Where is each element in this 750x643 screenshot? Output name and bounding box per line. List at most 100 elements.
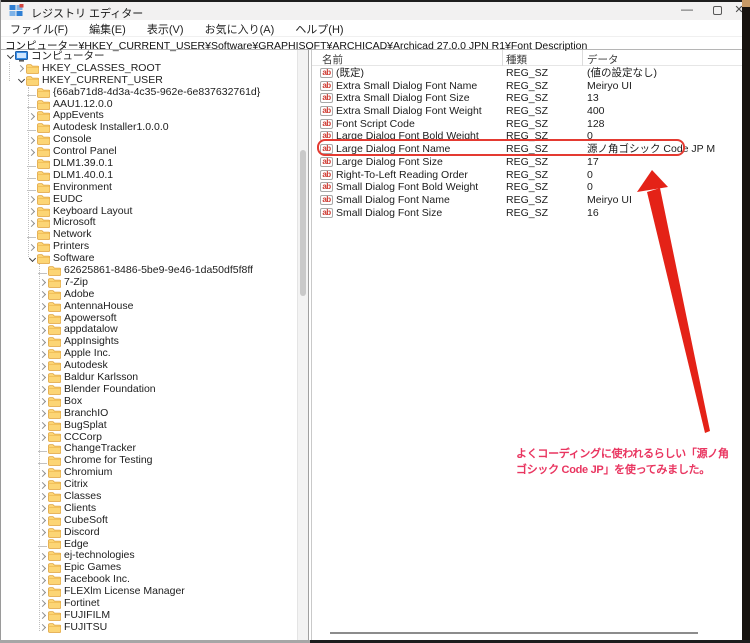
- registry-value-row[interactable]: ab Extra Small Dialog Font Size REG_SZ 13: [312, 92, 742, 105]
- pane-divider[interactable]: [308, 50, 312, 640]
- column-header-type[interactable]: 種類: [506, 52, 527, 67]
- tree-item[interactable]: AAU1.12.0.0: [1, 98, 297, 111]
- column-header-data[interactable]: データ: [587, 52, 619, 67]
- tree-item[interactable]: 62625861-8486-5be9-9e46-1da50df5f8ff: [1, 264, 297, 277]
- registry-value-row[interactable]: ab Large Dialog Font Size REG_SZ 17: [312, 156, 742, 169]
- menu-favorites[interactable]: お気に入り(A): [196, 20, 284, 37]
- chevron-right-icon[interactable]: [38, 504, 48, 514]
- minimize-button[interactable]: —: [673, 2, 701, 20]
- chevron-right-icon[interactable]: [38, 587, 48, 597]
- tree-item[interactable]: Box: [1, 395, 297, 408]
- tree-item[interactable]: Fortinet: [1, 597, 297, 610]
- tree-vertical-scrollbar[interactable]: [297, 50, 308, 640]
- tree-item[interactable]: Microsoft: [1, 217, 297, 229]
- tree-item[interactable]: HKEY_CLASSES_ROOT: [1, 62, 297, 75]
- tree-item[interactable]: Console: [1, 133, 297, 146]
- chevron-right-icon[interactable]: [38, 575, 48, 585]
- menu-help[interactable]: ヘルプ(H): [286, 20, 352, 37]
- tree-item[interactable]: Citrix: [1, 478, 297, 491]
- tree-item[interactable]: Discord: [1, 526, 297, 539]
- tree-item[interactable]: BranchIO: [1, 407, 297, 420]
- tree-item[interactable]: Chromium: [1, 466, 297, 479]
- chevron-right-icon[interactable]: [38, 492, 48, 502]
- tree-item[interactable]: AntennaHouse: [1, 300, 297, 313]
- tree-item[interactable]: Apple Inc.: [1, 347, 297, 360]
- values-horizontal-scrollbar-thumb[interactable]: [330, 632, 698, 634]
- column-header-name[interactable]: 名前: [322, 52, 343, 67]
- chevron-right-icon[interactable]: [27, 147, 37, 157]
- menu-view[interactable]: 表示(V): [138, 20, 193, 37]
- chevron-right-icon[interactable]: [27, 242, 37, 252]
- tree-item[interactable]: FUJITSU: [1, 621, 297, 634]
- chevron-right-icon[interactable]: [27, 195, 37, 205]
- chevron-down-icon[interactable]: [27, 254, 37, 264]
- chevron-right-icon[interactable]: [38, 623, 48, 633]
- chevron-right-icon[interactable]: [38, 337, 48, 347]
- chevron-right-icon[interactable]: [38, 528, 48, 538]
- registry-value-row[interactable]: ab Font Script Code REG_SZ 128: [312, 118, 742, 131]
- tree-item[interactable]: EUDC: [1, 193, 297, 206]
- registry-value-row[interactable]: ab Small Dialog Font Size REG_SZ 16: [312, 207, 742, 220]
- chevron-right-icon[interactable]: [38, 373, 48, 383]
- tree-item[interactable]: CubeSoft: [1, 514, 297, 527]
- registry-value-row[interactable]: ab Right-To-Left Reading Order REG_SZ 0: [312, 169, 742, 182]
- menu-edit[interactable]: 編集(E): [80, 20, 135, 37]
- chevron-right-icon[interactable]: [38, 421, 48, 431]
- menu-file[interactable]: ファイル(F): [1, 20, 77, 37]
- tree-item[interactable]: Environment: [1, 181, 297, 194]
- chevron-right-icon[interactable]: [38, 385, 48, 395]
- tree-item[interactable]: Network: [1, 228, 297, 241]
- tree-item[interactable]: Epic Games: [1, 561, 297, 574]
- tree-item[interactable]: Clients: [1, 502, 297, 515]
- chevron-right-icon[interactable]: [38, 409, 48, 419]
- chevron-right-icon[interactable]: [27, 207, 37, 217]
- tree-item[interactable]: FUJIFILM: [1, 609, 297, 622]
- registry-value-row[interactable]: ab Small Dialog Font Name REG_SZ Meiryo UI: [312, 194, 742, 207]
- tree-item[interactable]: Apowersoft: [1, 312, 297, 325]
- chevron-right-icon[interactable]: [27, 135, 37, 145]
- tree-item[interactable]: FLEXlm License Manager: [1, 585, 297, 598]
- tree-item[interactable]: Autodesk Installer1.0.0.0: [1, 121, 297, 134]
- tree-scrollbar-thumb[interactable]: [300, 150, 306, 296]
- chevron-right-icon[interactable]: [38, 551, 48, 561]
- chevron-right-icon[interactable]: [38, 516, 48, 526]
- chevron-down-icon[interactable]: [5, 52, 15, 62]
- tree-item[interactable]: CCCorp: [1, 431, 297, 444]
- tree-item[interactable]: Keyboard Layout: [1, 205, 297, 218]
- chevron-right-icon[interactable]: [38, 361, 48, 371]
- tree-item[interactable]: AppInsights: [1, 335, 297, 348]
- chevron-right-icon[interactable]: [38, 278, 48, 288]
- tree-item[interactable]: Edge: [1, 538, 297, 551]
- tree-item[interactable]: HKEY_CURRENT_USER: [1, 74, 297, 87]
- chevron-right-icon[interactable]: [38, 611, 48, 621]
- chevron-right-icon[interactable]: [38, 325, 48, 335]
- tree-item[interactable]: {66ab71d8-4d3a-4c35-962e-6e837632761d}: [1, 86, 297, 99]
- tree-item[interactable]: 7-Zip: [1, 276, 297, 289]
- tree-item[interactable]: Classes: [1, 490, 297, 503]
- chevron-right-icon[interactable]: [38, 563, 48, 573]
- registry-value-row[interactable]: ab Extra Small Dialog Font Weight REG_SZ 40…: [312, 105, 742, 118]
- tree-item[interactable]: DLM1.40.0.1: [1, 169, 297, 182]
- tree-item[interactable]: Adobe: [1, 288, 297, 301]
- chevron-right-icon[interactable]: [38, 397, 48, 407]
- tree-item[interactable]: Autodesk: [1, 359, 297, 372]
- chevron-right-icon[interactable]: [38, 349, 48, 359]
- tree-item[interactable]: Chrome for Testing: [1, 454, 297, 467]
- tree-item[interactable]: appdatalow: [1, 324, 297, 336]
- tree-item[interactable]: Control Panel: [1, 145, 297, 158]
- tree-item[interactable]: Printers: [1, 240, 297, 253]
- registry-value-row[interactable]: ab Extra Small Dialog Font Name REG_SZ Meir…: [312, 80, 742, 93]
- chevron-right-icon[interactable]: [27, 111, 37, 121]
- chevron-right-icon[interactable]: [38, 468, 48, 478]
- chevron-right-icon[interactable]: [27, 218, 37, 228]
- chevron-right-icon[interactable]: [38, 302, 48, 312]
- tree-item[interactable]: ej-technologies: [1, 550, 297, 562]
- chevron-right-icon[interactable]: [38, 480, 48, 490]
- chevron-right-icon[interactable]: [16, 64, 26, 74]
- chevron-right-icon[interactable]: [38, 290, 48, 300]
- address-bar[interactable]: コンピューター¥HKEY_CURRENT_USER¥Software¥GRAPH…: [1, 36, 742, 52]
- chevron-right-icon[interactable]: [38, 599, 48, 609]
- tree-item[interactable]: BugSplat: [1, 419, 297, 432]
- registry-value-row[interactable]: ab (既定) REG_SZ (値の設定なし): [312, 67, 742, 80]
- tree-item[interactable]: DLM1.39.0.1: [1, 157, 297, 170]
